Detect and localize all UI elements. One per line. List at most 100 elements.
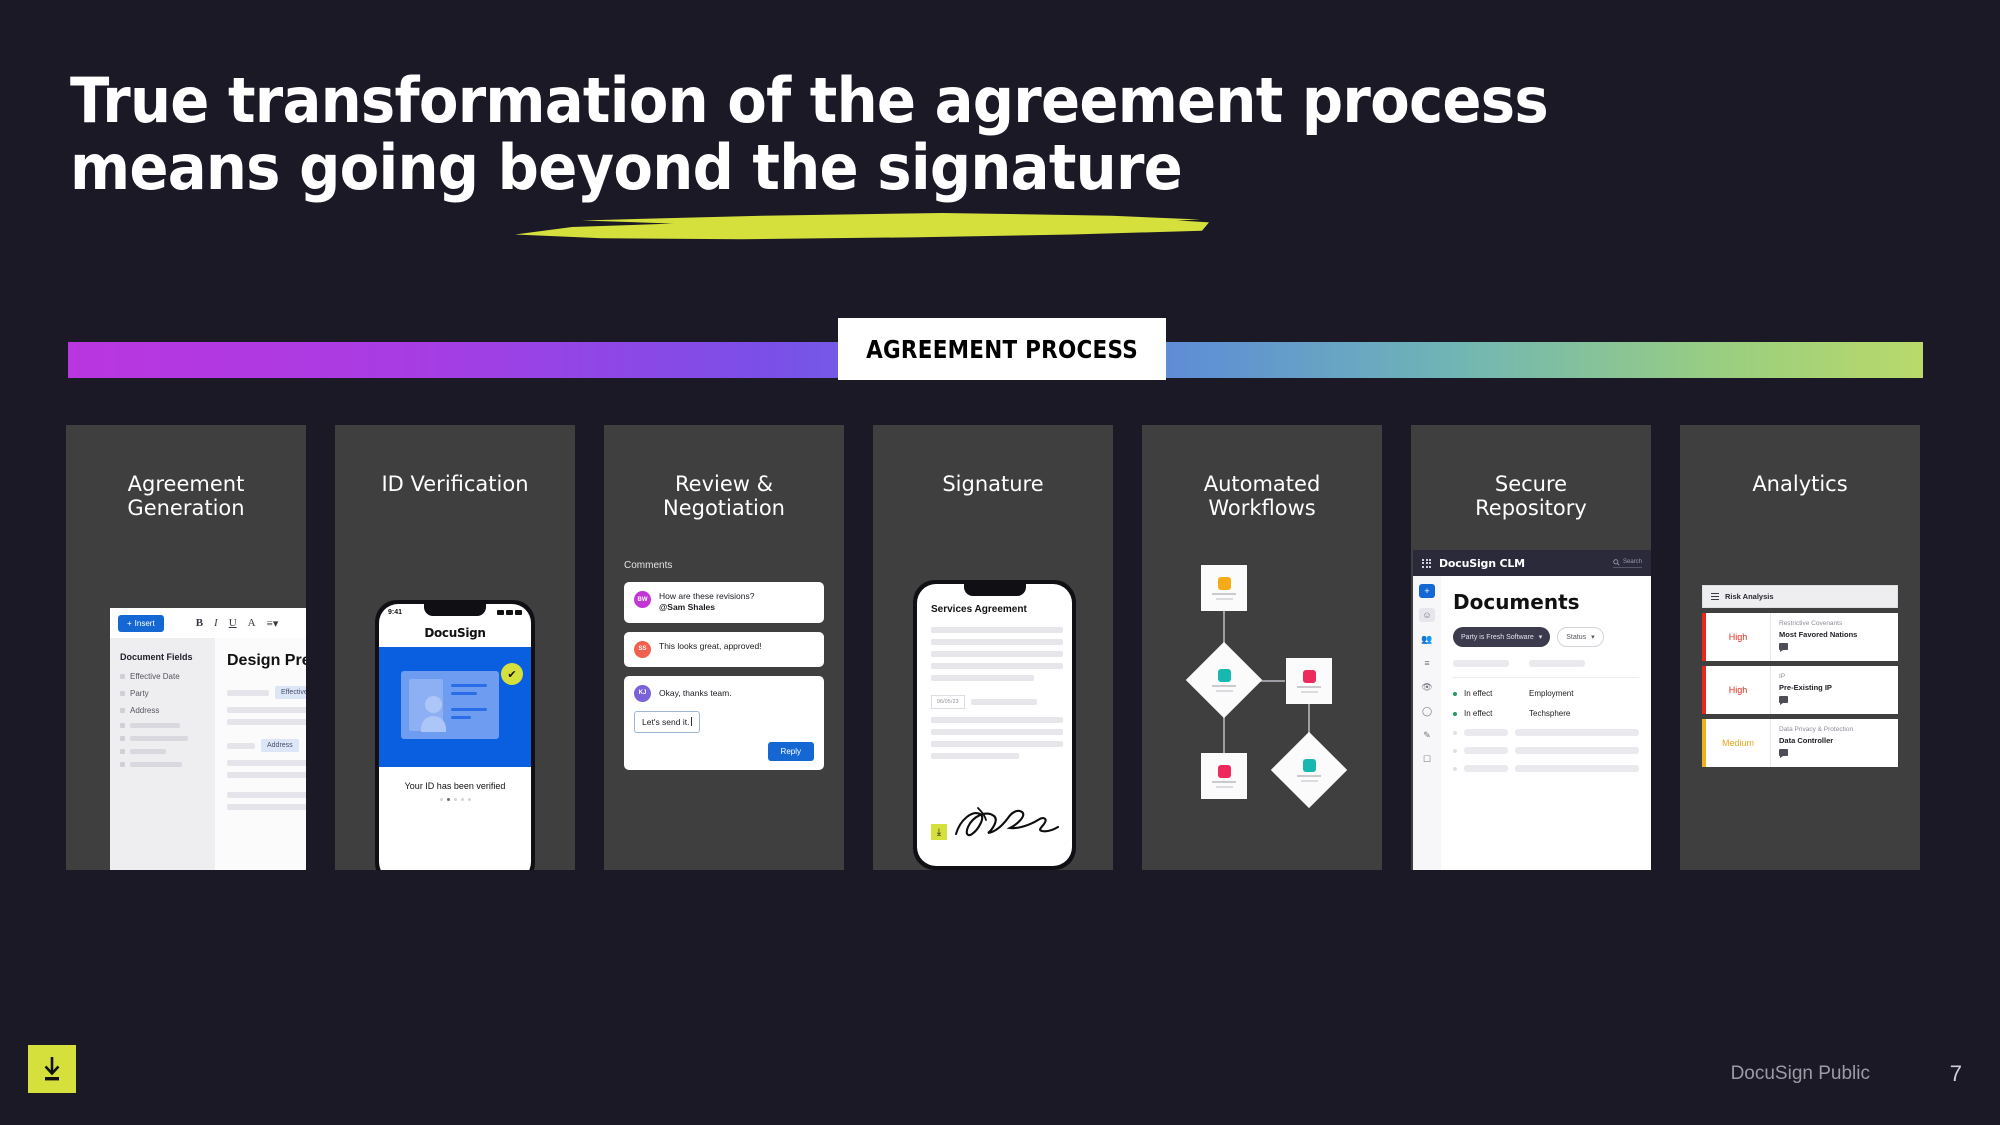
- line-placeholder: [227, 689, 269, 696]
- bold-icon[interactable]: B: [196, 617, 203, 629]
- reply-input-value: Let's send it.: [642, 716, 690, 727]
- field-handle-icon: [120, 691, 125, 696]
- list-icon[interactable]: ≡: [1419, 656, 1435, 670]
- card-title-secure-repository: Secure Repository: [1475, 472, 1587, 520]
- chevron-down-icon: ▾: [1591, 634, 1595, 641]
- workflow-node-decision[interactable]: [1270, 731, 1348, 809]
- copy-icon[interactable]: ☐: [1419, 752, 1435, 766]
- line-placeholder: [227, 742, 255, 749]
- filter-chip-party[interactable]: Party is Fresh Software ▾: [1453, 627, 1551, 647]
- download-badge[interactable]: [28, 1045, 76, 1093]
- avatar: SS: [634, 640, 651, 658]
- risk-clause: Most Favored Nations: [1779, 630, 1858, 639]
- reply-input[interactable]: Let's send it.: [634, 710, 701, 733]
- risk-row[interactable]: High Restrictive Covenants Most Favored …: [1702, 613, 1898, 661]
- comment-icon[interactable]: [1779, 749, 1788, 758]
- workflow-node-step[interactable]: [1201, 565, 1247, 611]
- card-title-agreement-generation: Agreement Generation: [127, 472, 245, 520]
- clm-sidebar: + ☺ 👥 ≡ 👁 ◯ ✎ ☐: [1413, 576, 1441, 870]
- status-dot-icon: [1453, 766, 1457, 771]
- line-placeholder: [931, 741, 1063, 747]
- card-signature[interactable]: Signature Services Agreement 06/05/23 ⤓: [873, 425, 1113, 870]
- search-field[interactable]: Search: [1612, 558, 1642, 568]
- document-line-row: Effective: [227, 686, 306, 699]
- workflow-node-step[interactable]: [1286, 658, 1332, 704]
- filter-chip-label: Status: [1566, 633, 1587, 641]
- field-item[interactable]: Address: [120, 706, 205, 715]
- line-placeholder: [451, 716, 471, 719]
- card-automated-workflows[interactable]: Automated Workflows: [1142, 425, 1382, 870]
- clm-topbar: DocuSign CLM Search: [1413, 550, 1651, 576]
- risk-row[interactable]: Medium Data Privacy & Protection Data Co…: [1702, 719, 1898, 767]
- confidentiality-note: DocuSign Public: [1730, 1063, 1870, 1084]
- field-item[interactable]: Effective Date: [120, 672, 205, 681]
- line-placeholder: [227, 719, 306, 725]
- comment-body: Okay, thanks team.: [659, 687, 732, 698]
- clm-document-row-placeholder: [1453, 765, 1639, 772]
- status-dot-icon: [1453, 748, 1457, 753]
- date-field[interactable]: 06/05/23: [931, 695, 965, 709]
- menu-icon[interactable]: [1711, 593, 1719, 600]
- card-secure-repository[interactable]: Secure Repository DocuSign CLM Search + …: [1411, 425, 1651, 870]
- text-color-icon[interactable]: A: [248, 617, 256, 629]
- comment-mention[interactable]: @Sam Shales: [659, 602, 715, 612]
- comment-icon[interactable]: [1779, 643, 1788, 652]
- comment-icon[interactable]: [1779, 696, 1788, 705]
- dot: [460, 798, 464, 801]
- line-placeholder: [931, 627, 1063, 633]
- clm-document-row[interactable]: In effect Employment: [1453, 689, 1639, 698]
- comment-reply-box[interactable]: KJ Okay, thanks team. Let's send it. Rep…: [624, 675, 824, 770]
- clm-app-mock: DocuSign CLM Search + ☺ 👥 ≡ 👁 ◯ ✎ ☐ Docu…: [1413, 550, 1651, 870]
- new-item-icon[interactable]: +: [1419, 584, 1435, 598]
- card-id-verification[interactable]: ID Verification 9:41 DocuSign ✔ Your ID …: [335, 425, 575, 870]
- comment-item: KJ Okay, thanks team.: [634, 684, 732, 702]
- line-placeholder: [1464, 747, 1508, 754]
- reply-button[interactable]: Reply: [767, 741, 814, 761]
- clm-page-heading: Documents: [1453, 590, 1580, 614]
- wifi-icon: [506, 609, 513, 615]
- field-label: Address: [130, 706, 160, 715]
- field-item-placeholder: [120, 723, 205, 728]
- insert-button[interactable]: + Insert: [118, 614, 164, 632]
- align-icon[interactable]: ≡▾: [267, 617, 279, 630]
- line-placeholder: [227, 772, 306, 778]
- app-grid-icon[interactable]: [1422, 558, 1431, 568]
- format-icons: B I U A ≡▾: [196, 617, 279, 630]
- phone-notch: [424, 604, 486, 616]
- line-placeholder: [931, 651, 1063, 657]
- comment-item[interactable]: BW How are these revisions? @Sam Shales: [624, 582, 824, 623]
- page-title-block: True transformation of the agreement pro…: [70, 67, 1770, 202]
- field-item[interactable]: Party: [120, 689, 205, 698]
- card-analytics[interactable]: Analytics Risk Analysis High Restrictive…: [1680, 425, 1920, 870]
- status-dot-icon: [1453, 730, 1457, 735]
- line-placeholder: [1212, 684, 1236, 687]
- line-placeholder: [1215, 785, 1233, 788]
- tag-address: Address: [261, 739, 299, 752]
- field-item-placeholder: [120, 736, 205, 741]
- field-item-placeholder: [120, 749, 205, 754]
- workflow-node-icon: [1217, 668, 1231, 682]
- eye-icon[interactable]: 👁: [1419, 680, 1435, 694]
- download-icon[interactable]: ⤓: [931, 824, 947, 840]
- risk-analysis-header[interactable]: Risk Analysis: [1702, 585, 1898, 608]
- comment-item[interactable]: SS This looks great, approved!: [624, 631, 824, 667]
- field-handle-icon: [120, 762, 125, 767]
- people-icon[interactable]: 👥: [1419, 632, 1435, 646]
- filter-chip-status[interactable]: Status ▾: [1557, 627, 1604, 647]
- card-review-negotiation[interactable]: Review & Negotiation Comments BW How are…: [604, 425, 844, 870]
- signature-row[interactable]: ⤓: [931, 806, 1060, 840]
- workflow-node-decision[interactable]: [1185, 641, 1263, 719]
- chevron-down-icon: ▾: [1538, 634, 1543, 641]
- person-icon[interactable]: ☺: [1419, 608, 1435, 622]
- workflow-node-step[interactable]: [1201, 753, 1247, 799]
- edit-icon[interactable]: ✎: [1419, 728, 1435, 742]
- italic-icon[interactable]: I: [214, 617, 218, 629]
- risk-clause: Pre-Existing IP: [1779, 683, 1832, 692]
- comment-body: This looks great, approved!: [659, 640, 762, 651]
- line-placeholder: [1300, 690, 1318, 693]
- underline-icon[interactable]: U: [229, 617, 237, 629]
- risk-row[interactable]: High IP Pre-Existing IP: [1702, 666, 1898, 714]
- clm-document-row[interactable]: In effect Techsphere: [1453, 709, 1639, 718]
- clock-icon[interactable]: ◯: [1419, 704, 1435, 718]
- card-agreement-generation[interactable]: Agreement Generation + Insert B I U A ≡▾…: [66, 425, 306, 870]
